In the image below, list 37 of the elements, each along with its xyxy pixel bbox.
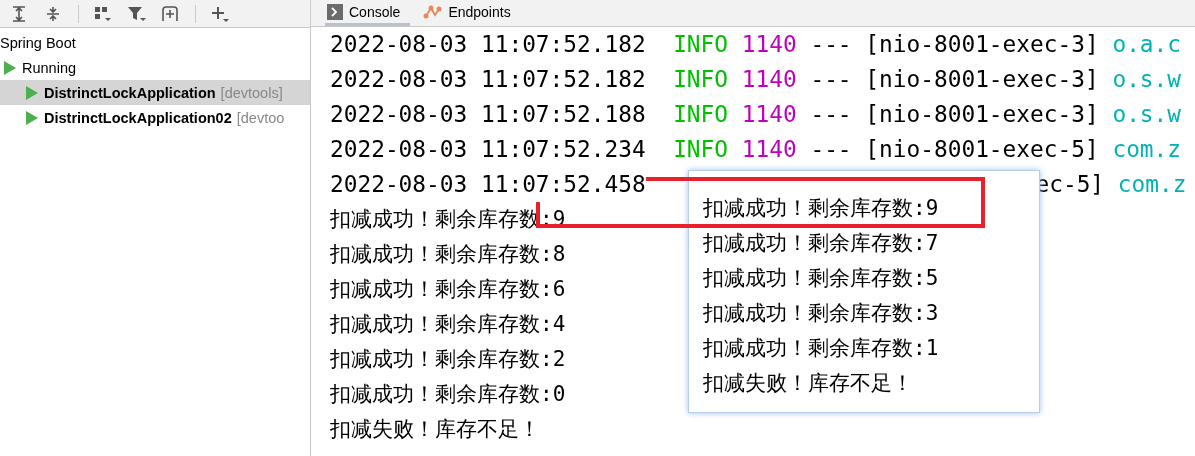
log-message: 扣减成功！剩余库存数:9 [703, 196, 939, 220]
tree-node[interactable]: Spring Boot [0, 30, 310, 55]
run-icon [26, 110, 38, 125]
app-name: DistrinctLockApplication02 [44, 109, 232, 126]
log-message: 扣减成功！剩余库存数:4 [330, 311, 566, 338]
run-configuration[interactable]: DistrinctLockApplication [devtools] [0, 80, 310, 105]
log-message: 扣减成功！剩余库存数:5 [703, 266, 939, 290]
frame-plus-icon[interactable] [161, 4, 181, 23]
run-configuration[interactable]: DistrinctLockApplication02 [devtoo [0, 105, 310, 130]
endpoints-icon [422, 3, 443, 20]
log-message: 扣减失败！库存不足！ [330, 416, 540, 443]
log-line: 2022-08-03 11:07:52.188 INFO 1140 --- [nio-8001-exec-3] o.s.w [330, 100, 1183, 129]
log-line: 2022-08-03 11:07:52.182 INFO 1140 --- [nio-8001-exec-3] o.a.c [330, 30, 1183, 59]
log-message: 扣减成功！剩余库存数:0 [330, 381, 566, 408]
app-name: DistrinctLockApplication [44, 84, 216, 101]
console-icon [327, 3, 343, 20]
log-message: 扣减成功！剩余库存数:1 [703, 336, 939, 360]
log-message: 扣减成功！剩余库存数:3 [703, 301, 939, 325]
log-message: 扣减成功！剩余库存数:2 [330, 346, 566, 373]
run-icon [4, 60, 16, 75]
node-label: Running [22, 59, 76, 76]
run-icon [26, 85, 38, 100]
tab[interactable]: Console [325, 0, 411, 26]
tab[interactable]: Endpoints [420, 0, 521, 26]
group-icon[interactable] [93, 4, 113, 23]
log-message: 扣减成功！剩余库存数:7 [703, 231, 939, 255]
log-line: 2022-08-03 11:07:52.182 INFO 1140 --- [nio-8001-exec-3] o.s.w [330, 65, 1183, 94]
log-line: 2022-08-03 11:07:52.234 INFO 1140 --- [nio-8001-exec-5] com.z [330, 135, 1183, 164]
log-message: 扣减失败！库存不足！ [703, 371, 913, 395]
log-message: 扣减成功！剩余库存数:6 [330, 276, 566, 303]
config-tag: [devtoo [236, 109, 285, 126]
filter-icon[interactable] [127, 4, 147, 23]
config-tag: [devtools] [220, 84, 283, 101]
node-label: Spring Boot [0, 34, 76, 51]
add-icon[interactable] [210, 4, 230, 23]
log-message: 扣减成功！剩余库存数:8 [330, 241, 566, 268]
tree-node[interactable]: Running [0, 55, 310, 80]
